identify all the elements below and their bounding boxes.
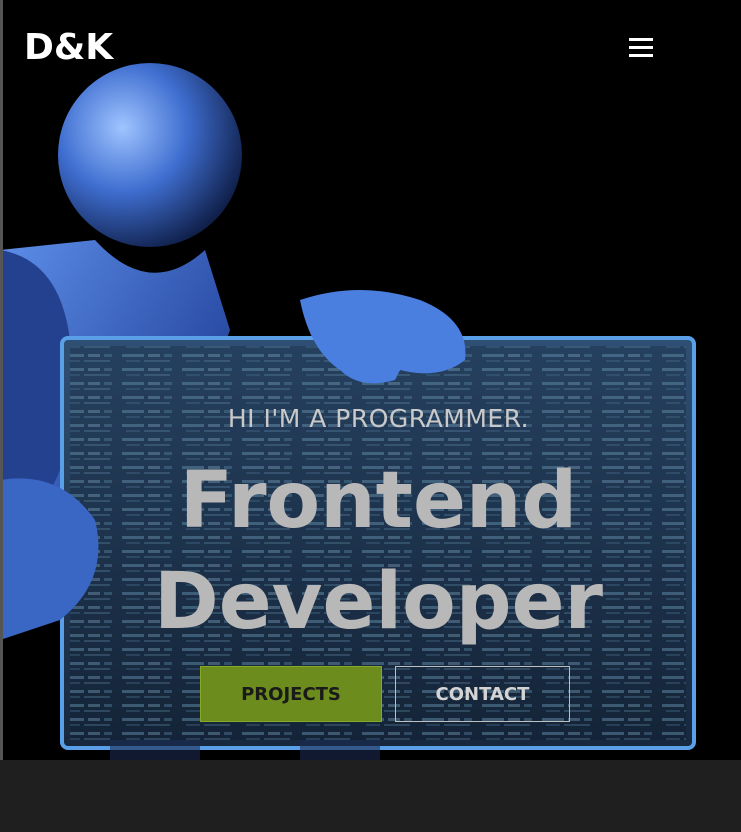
- hero-title-line1: Frontend: [179, 456, 578, 546]
- projects-button[interactable]: PROJECTS: [200, 666, 382, 722]
- contact-button[interactable]: CONTACT: [395, 666, 570, 722]
- menu-bar: [629, 38, 653, 41]
- next-section: [0, 760, 741, 832]
- menu-bar: [629, 54, 653, 57]
- menu-bar: [629, 46, 653, 49]
- hero-tagline: HI I'M A PROGRAMMER.: [227, 404, 530, 433]
- site-logo[interactable]: D&K: [24, 30, 113, 66]
- hamburger-menu-icon[interactable]: [629, 38, 653, 58]
- hero-title-line2: Developer: [154, 557, 603, 647]
